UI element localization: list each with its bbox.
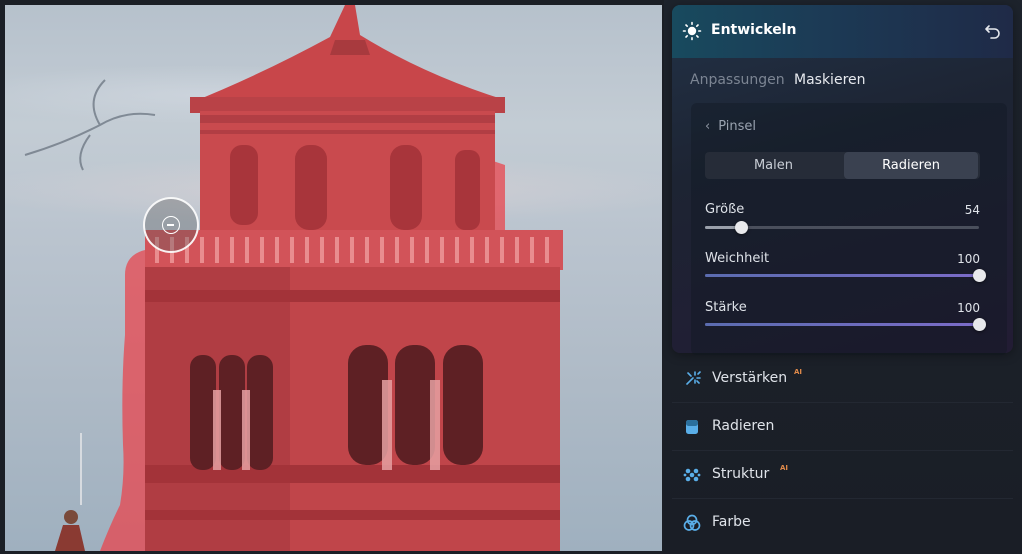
minus-icon bbox=[162, 216, 180, 234]
tool-label: Radieren bbox=[712, 418, 775, 434]
divider bbox=[672, 498, 1013, 499]
strength-slider[interactable] bbox=[705, 318, 986, 331]
bird-silhouette bbox=[24, 79, 156, 171]
strength-slider-thumb[interactable] bbox=[973, 318, 986, 331]
tool-label: Farbe bbox=[712, 514, 751, 530]
divider bbox=[672, 450, 1013, 451]
undo-icon[interactable] bbox=[982, 20, 1004, 42]
softness-slider-value: 100 bbox=[957, 252, 980, 266]
ai-badge: AI bbox=[794, 368, 803, 376]
tab-anpassungen[interactable]: Anpassungen bbox=[690, 72, 785, 88]
tower bbox=[145, 5, 563, 551]
size-slider-label: Größe bbox=[705, 202, 745, 217]
ai-badge: AI bbox=[780, 464, 789, 472]
softness-slider-fill bbox=[705, 274, 979, 277]
tool-struktur[interactable]: Struktur AI bbox=[672, 453, 1013, 497]
softness-slider-thumb[interactable] bbox=[973, 269, 986, 282]
photo-editor-window: Entwickeln Anpassungen Maskieren ‹ Pinsel… bbox=[0, 0, 1022, 554]
brush-cursor[interactable] bbox=[143, 197, 199, 253]
develop-header[interactable]: Entwickeln bbox=[672, 5, 1013, 58]
photo-image bbox=[24, 5, 563, 551]
brush-label: Pinsel bbox=[718, 119, 756, 134]
softness-slider-label: Weichheit bbox=[705, 251, 770, 266]
back-to-brush-link[interactable]: ‹ Pinsel bbox=[705, 119, 756, 134]
tab-maskieren[interactable]: Maskieren bbox=[794, 72, 866, 88]
strength-slider-value: 100 bbox=[957, 301, 980, 315]
size-slider[interactable] bbox=[705, 221, 979, 234]
dots-grid-icon bbox=[683, 468, 701, 482]
strength-slider-label: Stärke bbox=[705, 300, 747, 315]
brush-mode-toggle: Malen Radieren bbox=[705, 152, 980, 179]
panel-title: Entwickeln bbox=[711, 22, 797, 38]
softness-slider[interactable] bbox=[705, 269, 986, 282]
tool-radieren[interactable]: Radieren bbox=[672, 405, 1013, 449]
tool-farbe[interactable]: Farbe bbox=[672, 501, 1013, 545]
develop-panel: Entwickeln Anpassungen Maskieren ‹ Pinsel… bbox=[664, 0, 1022, 554]
tool-verstaerken[interactable]: Verstärken AI bbox=[672, 357, 1013, 401]
erase-mode-button[interactable]: Radieren bbox=[844, 152, 978, 179]
tool-label: Verstärken bbox=[712, 370, 788, 386]
sun-icon bbox=[682, 21, 702, 41]
divider bbox=[672, 402, 1013, 403]
photo-canvas[interactable] bbox=[5, 5, 662, 551]
paint-mode-button[interactable]: Malen bbox=[705, 152, 842, 179]
size-slider-thumb[interactable] bbox=[734, 221, 748, 234]
strength-slider-fill bbox=[705, 323, 979, 326]
color-circles-icon bbox=[683, 514, 701, 531]
size-slider-value: 54 bbox=[964, 203, 980, 217]
chevron-left-icon: ‹ bbox=[705, 119, 711, 134]
tool-label: Struktur bbox=[712, 466, 770, 482]
sparkle-wand-icon bbox=[686, 371, 701, 385]
eraser-icon bbox=[686, 420, 698, 434]
